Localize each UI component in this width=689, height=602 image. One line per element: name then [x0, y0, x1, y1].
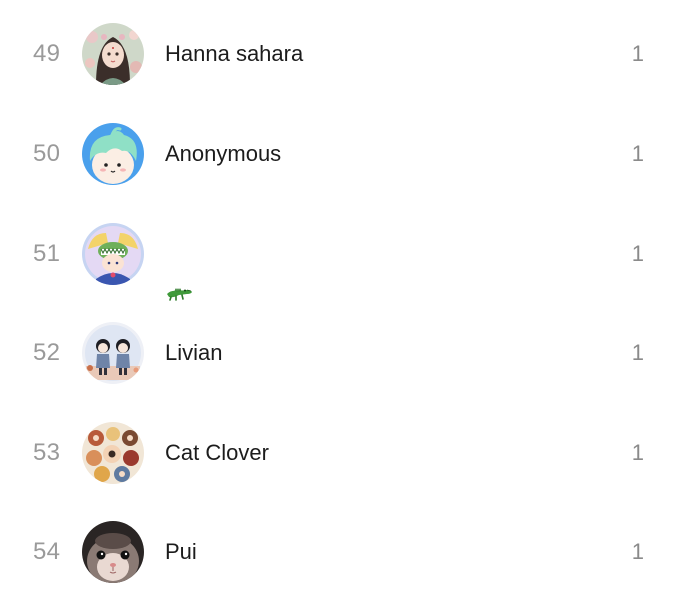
two-dolls-avatar [82, 322, 144, 384]
user-name[interactable]: Hanna sahara [165, 4, 303, 104]
ranking-row[interactable]: 53 Cat Clover 1 [0, 403, 689, 503]
hamster-face-avatar [82, 521, 144, 583]
rank-number: 49 [33, 40, 61, 67]
avatar[interactable] [82, 123, 144, 185]
crocodile-icon [165, 245, 193, 301]
anime-girl-with-flowers-avatar [82, 23, 144, 85]
group-illustration-avatar [82, 422, 144, 484]
sailor-moon-crocodile-hat-avatar [82, 223, 144, 285]
ranking-list: 49 Hanna sahara 1 50 Anonymous 1 51 1 52… [0, 0, 689, 600]
avatar[interactable] [82, 422, 144, 484]
rank-number: 50 [33, 140, 61, 167]
user-name[interactable]: Pui [165, 502, 197, 602]
ranking-row[interactable]: 51 1 [0, 204, 689, 304]
mint-hair-character-avatar [82, 123, 144, 185]
ranking-row[interactable]: 52 Livian 1 [0, 303, 689, 403]
ranking-row[interactable]: 50 Anonymous 1 [0, 104, 689, 204]
score-count: 1 [631, 41, 644, 66]
avatar[interactable] [82, 322, 144, 384]
user-name[interactable]: Cat Clover [165, 403, 269, 503]
score-count: 1 [631, 440, 644, 465]
ranking-row[interactable]: 49 Hanna sahara 1 [0, 4, 689, 104]
score-count: 1 [631, 539, 644, 564]
rank-number: 51 [33, 240, 61, 267]
rank-number: 54 [33, 538, 61, 565]
rank-number: 52 [33, 339, 61, 366]
score-count: 1 [631, 340, 644, 365]
ranking-row[interactable]: 54 Pui 1 [0, 502, 689, 602]
user-name[interactable]: Anonymous [165, 104, 281, 204]
score-count: 1 [631, 141, 644, 166]
avatar[interactable] [82, 23, 144, 85]
user-name[interactable] [165, 204, 193, 304]
user-name[interactable]: Livian [165, 303, 222, 403]
rank-number: 53 [33, 439, 61, 466]
avatar[interactable] [82, 521, 144, 583]
avatar[interactable] [82, 223, 144, 285]
score-count: 1 [631, 241, 644, 266]
